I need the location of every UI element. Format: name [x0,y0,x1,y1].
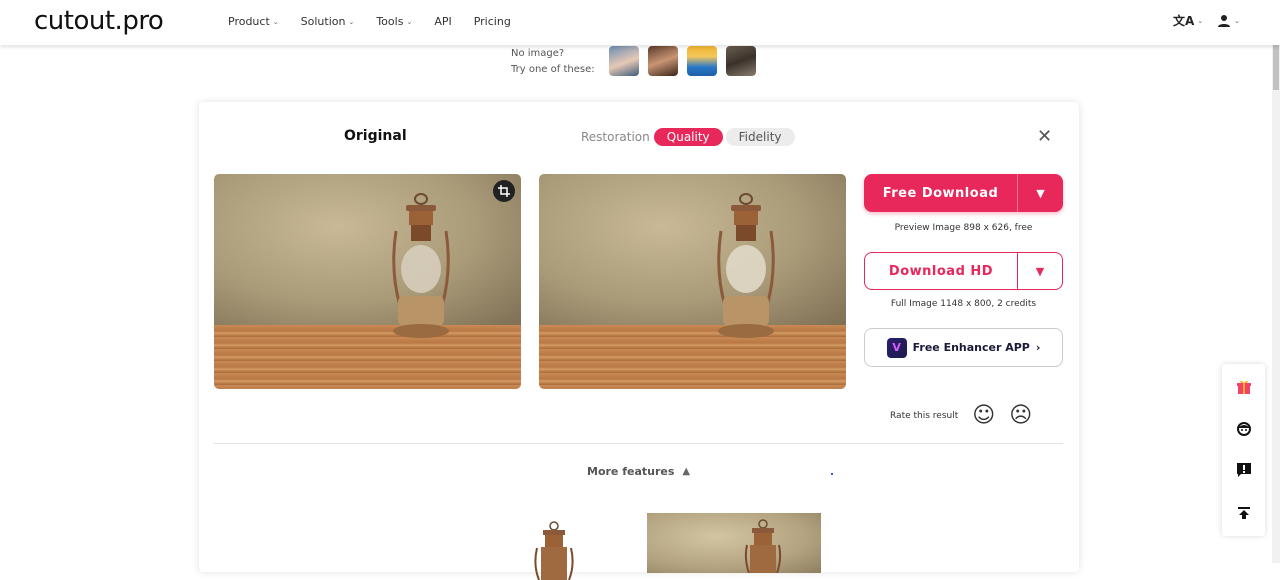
page-scrollbar[interactable] [1272,45,1280,563]
rate-label: Rate this result [890,411,959,421]
nav-label: Pricing [473,15,511,28]
nav-solution[interactable]: Solution ⌄ [301,15,355,28]
top-navigation-bar: cutout.pro Product ⌄ Solution ⌄ Tools ⌄ API… [0,0,1280,45]
chevron-right-icon: › [1035,341,1041,354]
sample-thumbnail-anime[interactable] [687,46,717,76]
user-icon [1218,14,1231,27]
rate-result: Rate this result ☺ ☹ [890,405,1032,427]
logo[interactable]: cutout.pro [34,6,164,36]
divider [214,443,1063,444]
more-features-toggle[interactable]: More features ▲ [587,465,690,478]
support-icon[interactable] [1222,417,1265,441]
sample-prompt-line1: No image? [511,48,565,59]
sample-thumbnail-girl[interactable] [609,46,639,76]
mode-quality-tab[interactable]: Quality [653,128,723,146]
lantern-illustration [717,193,775,339]
original-image [214,174,521,389]
restoration-mode-switch: Restoration Quality Fidelity [581,128,795,146]
chevron-down-icon: ⌄ [348,17,355,26]
caret-down-icon: ▼ [1036,186,1045,200]
nav-api[interactable]: API [434,15,451,28]
mode-fidelity-tab[interactable]: Fidelity [725,128,795,146]
language-selector[interactable]: 文A ⌄ [1173,12,1203,29]
sample-thumbnail-woman[interactable] [648,46,678,76]
chevron-down-icon: ⌄ [406,17,413,26]
frown-icon[interactable]: ☹ [1009,405,1032,427]
main-nav: Product ⌄ Solution ⌄ Tools ⌄ API Pricing [228,15,533,28]
chevron-down-icon: ⌄ [1234,16,1240,25]
free-enhancer-app-button[interactable]: V Free Enhancer APP › [864,328,1063,367]
indicator-dot [831,473,833,475]
account-menu[interactable]: ⌄ [1217,14,1240,28]
feature-thumbnail-background[interactable] [647,513,821,573]
feature-thumbnail-cutout[interactable] [529,520,579,580]
smile-icon[interactable]: ☺ [972,405,995,427]
nav-pricing[interactable]: Pricing [474,15,511,28]
nav-label: Tools [376,15,404,28]
lantern-photo-enhanced [539,174,846,389]
nav-label: Product [228,15,270,28]
lantern-photo [214,174,521,389]
chevron-down-icon: ⌄ [272,17,279,26]
header-actions: 文A ⌄ ⌄ [1173,12,1240,29]
floating-side-toolbar [1222,364,1265,536]
enhanced-image [539,174,846,389]
back-to-top-icon[interactable] [1222,501,1265,525]
download-hd-dropdown[interactable]: ▼ [1017,253,1062,289]
full-image-note: Full Image 1148 x 800, 2 credits [890,299,1037,309]
nav-tools[interactable]: Tools ⌄ [376,15,412,28]
download-hd-button: Download HD ▼ [864,252,1063,290]
restoration-label: Restoration [581,130,650,144]
gift-icon[interactable] [1222,375,1265,399]
sample-thumbnail-vintage[interactable] [726,46,756,76]
nav-label: Solution [300,15,346,28]
app-button-label: Free Enhancer APP [912,341,1030,354]
lantern-illustration [392,193,450,339]
result-card: Original Restoration Quality Fidelity ✕ [199,102,1079,580]
scrollbar-thumb[interactable] [1273,45,1279,90]
original-label: Original [344,128,407,144]
feedback-icon[interactable] [1222,458,1265,482]
crop-icon[interactable] [493,180,515,202]
preview-image-note: Preview Image 898 x 626, free [894,223,1033,233]
free-download-main[interactable]: Free Download [864,174,1017,212]
more-features-label: More features [587,465,675,478]
free-download-button: Free Download ▼ [864,174,1063,212]
free-download-dropdown[interactable]: ▼ [1017,174,1063,212]
enhancer-app-icon: V [886,337,907,358]
caret-down-icon: ▼ [1035,264,1045,278]
close-icon[interactable]: ✕ [1037,126,1052,147]
caret-up-icon: ▲ [682,466,691,477]
nav-product[interactable]: Product ⌄ [228,15,279,28]
download-hd-main[interactable]: Download HD [865,253,1017,289]
translate-icon: 文A [1172,14,1195,28]
sample-images: No image? Try one of these: [511,46,756,78]
nav-label: API [434,15,452,28]
sample-thumbnails [609,46,756,76]
sample-prompt-line2: Try one of these: [511,64,595,75]
chevron-down-icon: ⌄ [1197,16,1204,25]
